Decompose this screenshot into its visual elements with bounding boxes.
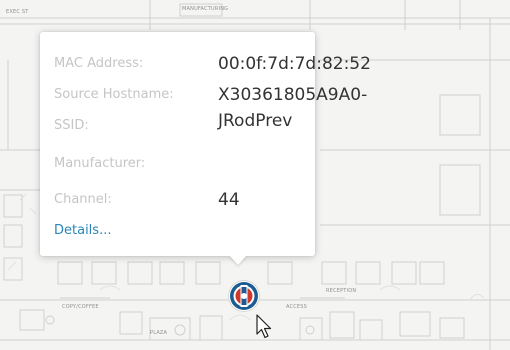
mac-address-value: 00:0f:7d:7d:82:52 xyxy=(218,54,371,74)
floorplan-label: RECEPTION xyxy=(326,288,357,294)
ssid-value: JRodPrev xyxy=(218,111,293,131)
mac-address-label: MAC Address: xyxy=(54,56,144,71)
floorplan-label: ACCESS xyxy=(286,304,308,310)
mouse-pointer-icon xyxy=(256,314,274,344)
manufacturer-label: Manufacturer: xyxy=(54,156,146,171)
floorplan-label: MANUFACTURING xyxy=(182,6,229,12)
floorplan-label: EXEC ST xyxy=(6,9,29,15)
details-link[interactable]: Details... xyxy=(54,223,111,238)
device-info-popup: MAC Address: 00:0f:7d:7d:82:52 Source Ho… xyxy=(40,32,371,256)
popup-pointer xyxy=(229,255,247,265)
channel-label: Channel: xyxy=(54,192,112,207)
floorplan-label: PLAZA xyxy=(150,330,168,336)
access-point-icon-graphic xyxy=(230,282,258,310)
ssid-label: SSID: xyxy=(54,118,89,133)
source-hostname-value: X30361805A9A0- xyxy=(218,85,368,105)
floorplan-label: COPY/COFFEE xyxy=(62,304,99,310)
source-hostname-label: Source Hostname: xyxy=(54,87,174,102)
access-point-icon[interactable] xyxy=(229,281,259,311)
channel-value: 44 xyxy=(218,190,240,210)
